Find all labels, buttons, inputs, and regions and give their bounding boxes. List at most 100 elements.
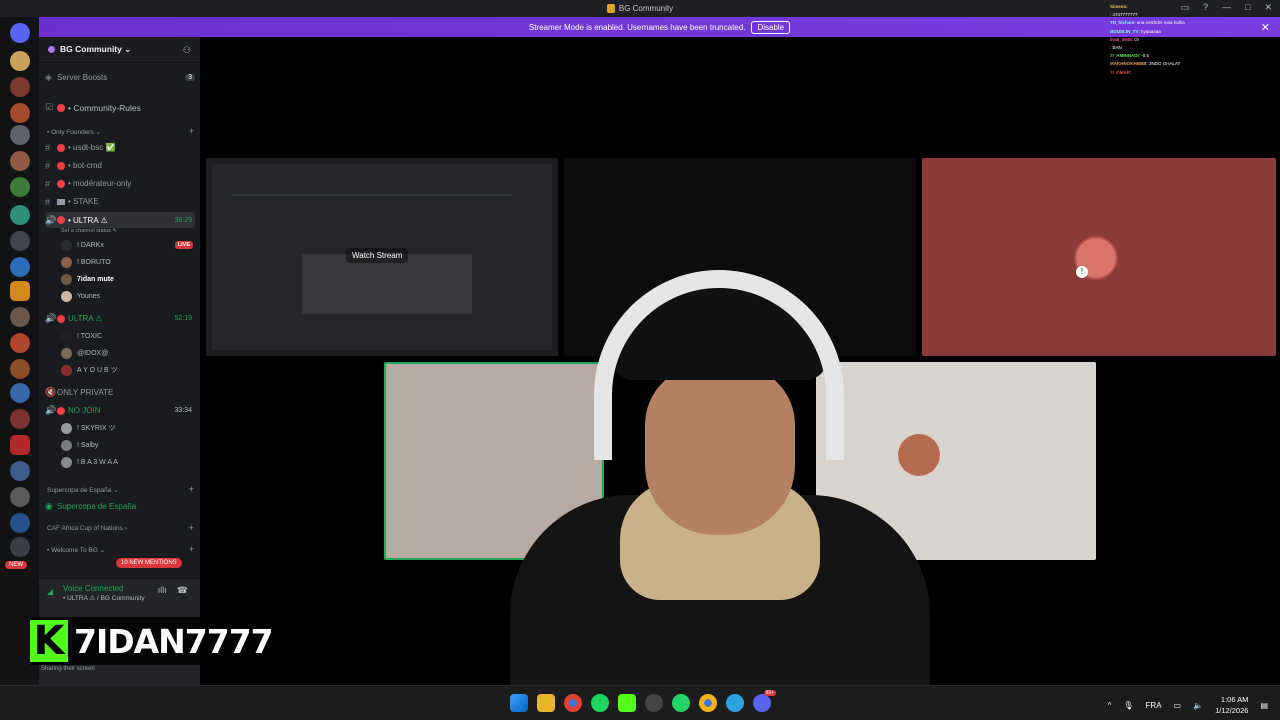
- channel-label: • ULTRA ⚠: [68, 215, 108, 225]
- channel-label: ULTRA ⚠: [68, 314, 103, 323]
- chat-line: Simeon:: [1110, 4, 1128, 9]
- chrome-profile-icon[interactable]: [699, 694, 717, 712]
- no-entry-icon: [57, 314, 65, 323]
- server-icon[interactable]: [10, 461, 30, 481]
- chat-line: 7I_AMINNADI: -0.5: [1110, 53, 1150, 59]
- obs-icon[interactable]: [645, 694, 663, 712]
- user-name: ! SKYRIX ツ: [77, 425, 116, 432]
- voice-user[interactable]: ! B A 3 W A A: [61, 455, 193, 469]
- chrome-icon[interactable]: [564, 694, 582, 712]
- add-channel-icon[interactable]: +: [189, 126, 194, 136]
- voice-channel-only-private[interactable]: 🔇 ONLY PRIVATE: [45, 385, 195, 400]
- channel-stake[interactable]: # • STAKE: [45, 194, 195, 209]
- server-icon[interactable]: [10, 205, 30, 225]
- kick-app-icon[interactable]: [618, 694, 636, 712]
- volume-icon[interactable]: 🔈: [1193, 701, 1203, 710]
- voice-user[interactable]: ! TOXIC: [61, 329, 193, 343]
- server-boosts-row[interactable]: ◈ Server Boosts 3: [45, 70, 195, 85]
- channel-community-rules[interactable]: ☑ • Community-Rules: [45, 100, 195, 115]
- noise-suppression-icon[interactable]: ıllı: [158, 585, 167, 596]
- server-icon[interactable]: [10, 103, 30, 123]
- voice-user[interactable]: 7idan mute: [61, 272, 193, 286]
- server-icon[interactable]: [10, 125, 30, 145]
- voice-user[interactable]: Younes: [61, 289, 193, 303]
- spotify-icon[interactable]: [591, 694, 609, 712]
- add-channel-icon[interactable]: +: [189, 544, 194, 554]
- channel-usdt-bsc[interactable]: # • usdt-bsc ✅: [45, 140, 195, 155]
- server-icon[interactable]: [10, 77, 30, 97]
- avatar: [61, 239, 72, 251]
- discord-icon[interactable]: 99+: [753, 690, 776, 712]
- category-welcome[interactable]: • Welcome To BG ⌄ +: [47, 544, 197, 554]
- home-server-icon[interactable]: [10, 23, 30, 43]
- server-header[interactable]: BG Community ⌄ ⚇: [39, 37, 200, 63]
- add-channel-icon[interactable]: +: [189, 484, 194, 494]
- avatar: [61, 456, 72, 468]
- server-icon[interactable]: [10, 513, 30, 533]
- server-icon[interactable]: [10, 151, 30, 171]
- server-icon[interactable]: [10, 177, 30, 197]
- voice-user[interactable]: @IDOX@: [61, 346, 193, 360]
- voice-user[interactable]: ! SKYRIX ツ: [61, 421, 193, 435]
- disconnect-icon[interactable]: ☎: [177, 585, 188, 596]
- channel-status[interactable]: Set a channel status ✎: [61, 226, 211, 235]
- channel-bot-cmd[interactable]: # • bot-cmd: [45, 158, 195, 173]
- microphone-icon[interactable]: 🎙: [1123, 701, 1133, 710]
- headphones-icon: [594, 270, 844, 460]
- server-icon[interactable]: [10, 409, 30, 429]
- tray-overflow-icon[interactable]: ^: [1108, 701, 1112, 710]
- discord-badge: 99+: [763, 690, 776, 696]
- server-icon[interactable]: [10, 359, 30, 379]
- server-icon[interactable]: [10, 333, 30, 353]
- banner-text: Streamer Mode is enabled. Usernames have…: [528, 22, 746, 32]
- chat-line: TD_hicham: ana smkhdm maa halha: [1110, 20, 1185, 26]
- no-entry-icon: [57, 216, 65, 224]
- avatar: [61, 439, 72, 451]
- voice-user[interactable]: A Y O U B ツ: [61, 363, 193, 377]
- voice-user[interactable]: ! BORUTO: [61, 255, 193, 269]
- window-title: BG Community: [606, 4, 673, 13]
- server-icon[interactable]: [10, 281, 30, 301]
- whatsapp-icon[interactable]: [672, 694, 690, 712]
- voice-channel-ultra-2[interactable]: 🔊 ULTRA ⚠ 52:19: [45, 311, 195, 326]
- new-mentions-pill[interactable]: 10 NEW MENTIONS: [116, 558, 182, 568]
- server-icon[interactable]: [10, 257, 30, 277]
- server-icon[interactable]: [10, 537, 30, 557]
- category-supercopa[interactable]: Supercopa de España ⌄ +: [47, 484, 197, 494]
- hash-icon: #: [45, 160, 51, 171]
- voice-channel-no-join[interactable]: 🔊 NO JOIN 33:34: [45, 403, 195, 418]
- watch-stream-button[interactable]: Watch Stream: [346, 248, 409, 263]
- chat-overlay: Simeon: : 4747777777 TD_hicham: ana smkh…: [1110, 3, 1280, 77]
- voice-connected-label: Voice Connected: [63, 584, 124, 593]
- file-explorer-icon[interactable]: [537, 694, 555, 712]
- participant-tile[interactable]: !: [922, 158, 1276, 356]
- voice-user[interactable]: ! Salby: [61, 438, 193, 452]
- user-name: ! Salby: [77, 441, 99, 449]
- taskbar-apps: 99+: [510, 690, 776, 712]
- user-name: ! DARKx: [77, 241, 104, 249]
- server-icon[interactable]: [10, 435, 30, 455]
- hash-icon: #: [45, 142, 51, 153]
- no-entry-icon: [57, 103, 65, 112]
- server-icon[interactable]: [10, 383, 30, 403]
- channel-supercopa[interactable]: ◉ Supercopa de España: [45, 499, 195, 514]
- category-caf[interactable]: CAF Africa Cup of Nations › +: [47, 523, 197, 533]
- voice-icon: 🔊: [45, 405, 57, 415]
- start-icon[interactable]: [510, 694, 528, 712]
- add-channel-icon[interactable]: +: [189, 523, 194, 533]
- clock[interactable]: 1:06 AM 1/12/2026: [1215, 694, 1248, 716]
- input-language[interactable]: FRA: [1146, 701, 1162, 710]
- invite-people-icon[interactable]: ⚇: [183, 45, 191, 56]
- notifications-icon[interactable]: ▤: [1260, 701, 1268, 710]
- server-icon[interactable]: [10, 231, 30, 251]
- network-icon[interactable]: ▭: [1174, 701, 1182, 710]
- server-icon[interactable]: [10, 307, 30, 327]
- server-icon[interactable]: [10, 51, 30, 71]
- server-icon[interactable]: [10, 487, 30, 507]
- channel-moderateur-only[interactable]: # • modérateur-only: [45, 176, 195, 191]
- user-name: A Y O U B ツ: [77, 367, 118, 374]
- disable-streamer-mode-button[interactable]: Disable: [751, 20, 791, 34]
- category-only-founders[interactable]: • Only Founders ⌄ +: [47, 126, 197, 136]
- telegram-icon[interactable]: [726, 694, 744, 712]
- voice-user[interactable]: ! DARKx LIVE: [61, 238, 193, 252]
